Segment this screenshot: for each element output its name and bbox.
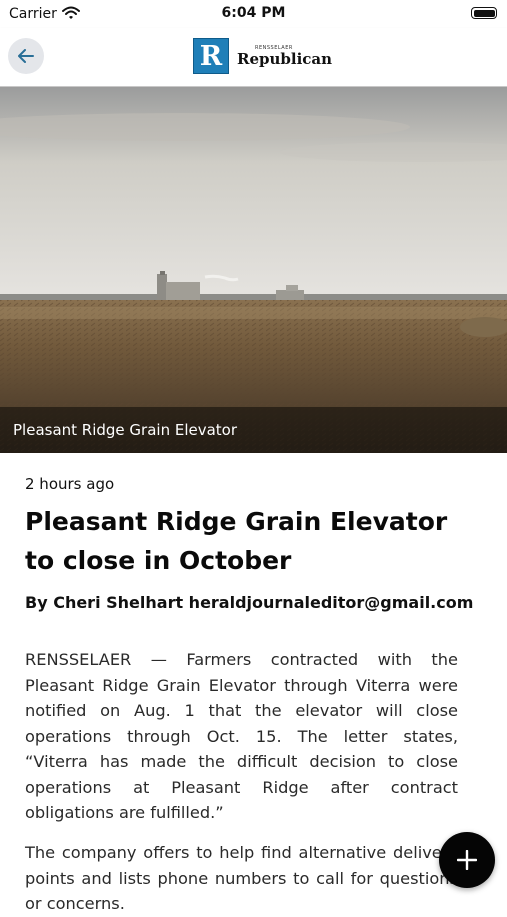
clock: 6:04 PM <box>221 5 286 21</box>
arrow-left-icon <box>18 49 34 63</box>
battery-icon <box>471 7 497 19</box>
add-button[interactable] <box>439 832 495 888</box>
top-nav-bar: R RENSSELAER Republican <box>0 28 507 87</box>
article-paragraph: The company offers to help find alternat… <box>25 843 458 913</box>
article-paragraph: RENSSELAER — Farmers contracted with the… <box>25 650 458 822</box>
image-caption-bar: Pleasant Ridge Grain Elevator <box>0 407 507 453</box>
hero-photo <box>0 87 507 453</box>
status-bar: Carrier 6:04 PM <box>0 0 507 28</box>
article-timestamp: 2 hours ago <box>25 475 115 493</box>
logo-mark: R <box>193 38 229 74</box>
back-button[interactable] <box>8 38 44 74</box>
logo-title: Republican <box>237 50 333 68</box>
article-headline: Pleasant Ridge Grain Elevator to close i… <box>25 507 448 575</box>
article-hero-image[interactable]: Pleasant Ridge Grain Elevator <box>0 87 507 453</box>
image-caption: Pleasant Ridge Grain Elevator <box>13 421 238 439</box>
plus-icon <box>457 850 477 870</box>
logo-wordmark: RENSSELAER Republican <box>237 38 332 74</box>
publication-logo: R RENSSELAER Republican <box>193 38 332 74</box>
article-byline[interactable]: By Cheri Shelhart heraldjournaleditor@gm… <box>25 593 473 612</box>
